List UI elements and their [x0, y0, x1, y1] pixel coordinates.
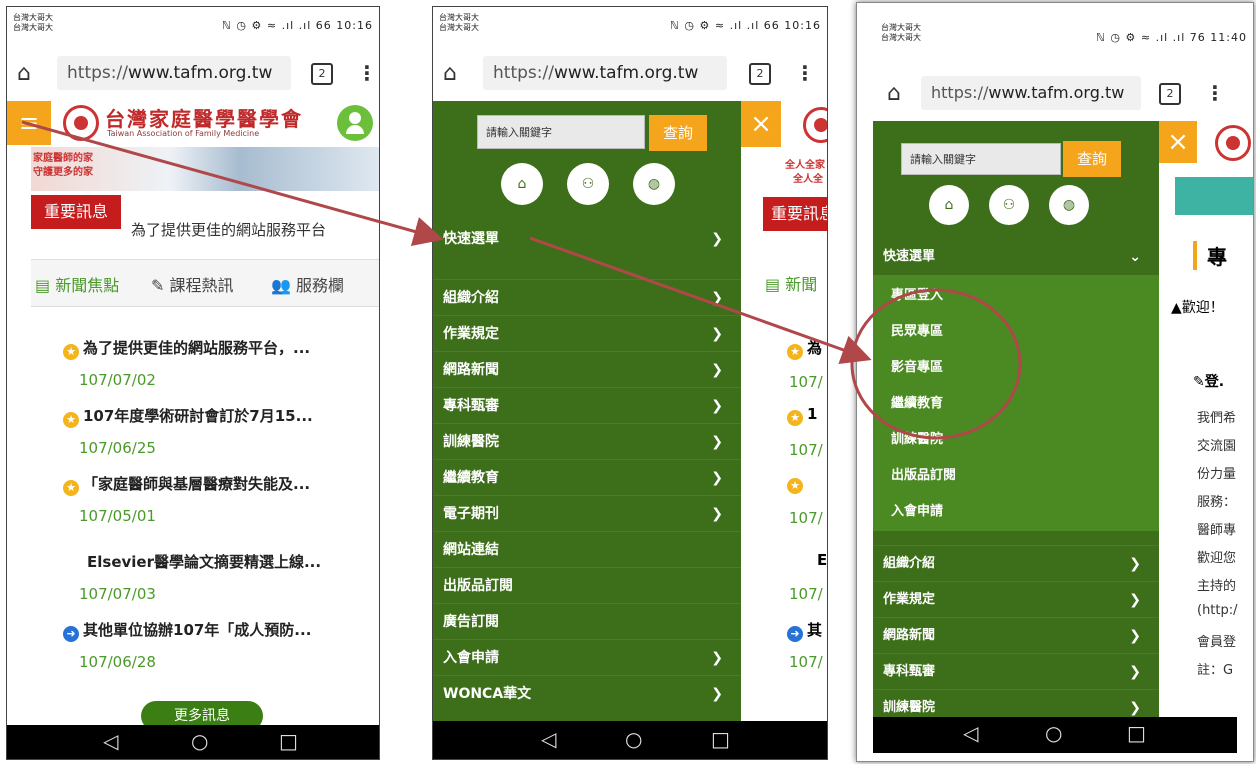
- annotation-circle: [850, 288, 1022, 440]
- annotation-arrow-2: [529, 236, 872, 365]
- annotation-arrow-1: [21, 120, 444, 247]
- annotation-overlay: [21, 120, 1022, 440]
